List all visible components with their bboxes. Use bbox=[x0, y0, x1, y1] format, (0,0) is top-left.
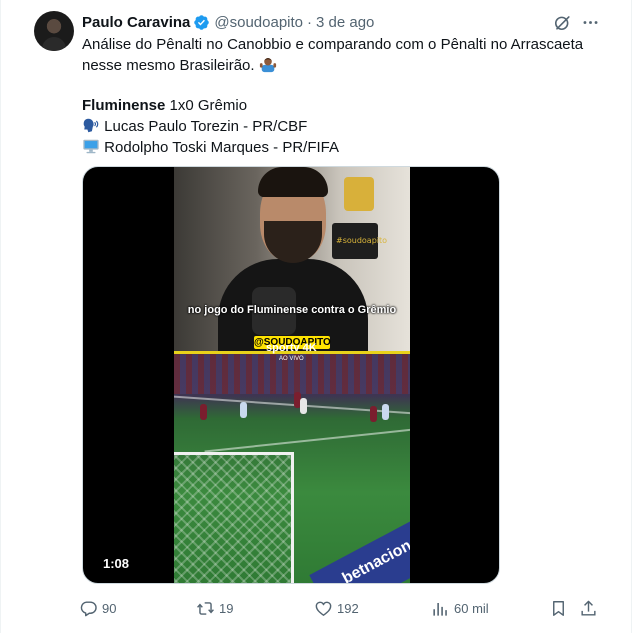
var-line: Rodolpho Toski Marques - PR/FIFA bbox=[82, 137, 612, 158]
share-icon bbox=[581, 600, 596, 616]
match-score: 1x0 Grêmio bbox=[165, 97, 248, 114]
player bbox=[300, 398, 307, 414]
video-duration: 1:08 bbox=[103, 556, 130, 571]
tweet-timestamp[interactable]: 3 de ago bbox=[316, 14, 374, 31]
tweet-text: Análise do Pênalti no Canobbio e compara… bbox=[82, 35, 612, 158]
ad-board: betnacional bbox=[309, 518, 410, 584]
player bbox=[370, 406, 377, 422]
speaking-head-icon bbox=[83, 118, 99, 133]
author-handle[interactable]: @soudoapito bbox=[214, 14, 303, 31]
shelf-box-text: #soudoapito bbox=[336, 236, 388, 245]
repost-button[interactable]: 19 bbox=[196, 596, 233, 620]
player bbox=[200, 404, 207, 420]
grok-icon[interactable] bbox=[553, 13, 572, 32]
repost-icon bbox=[197, 601, 214, 615]
like-button[interactable]: 192 bbox=[314, 596, 359, 620]
video-caption: no jogo do Fluminense contra o Grêmio bbox=[187, 304, 397, 316]
video-frame-bottom: betnacional bbox=[174, 354, 410, 584]
bookmark-icon bbox=[553, 600, 564, 616]
desktop-computer-icon bbox=[83, 139, 99, 154]
person-beard bbox=[264, 221, 322, 263]
more-icon[interactable] bbox=[581, 13, 600, 32]
goal-net bbox=[174, 452, 294, 583]
match-line: Fluminense 1x0 Grêmio bbox=[82, 96, 612, 116]
views-count: 60 mil bbox=[454, 600, 489, 616]
tweet-text-line-2: nesse mesmo Brasileirão. bbox=[82, 57, 255, 74]
person-hair bbox=[258, 167, 328, 197]
repost-count: 19 bbox=[219, 600, 234, 616]
trophy-shape bbox=[344, 177, 374, 211]
reply-button[interactable]: 90 bbox=[79, 596, 116, 620]
ad-board-text: betnacional bbox=[339, 530, 410, 584]
like-count: 192 bbox=[337, 600, 359, 616]
tweet-header: Paulo Caravina @soudoapito · 3 de ago bbox=[82, 12, 374, 32]
match-team: Fluminense bbox=[82, 97, 166, 114]
var-name: Rodolpho Toski Marques - PR/FIFA bbox=[104, 139, 339, 156]
pitch-line bbox=[204, 427, 410, 453]
broadcaster-sub: AO VIVO bbox=[279, 356, 304, 362]
referee-name: Lucas Paulo Torezin - PR/CBF bbox=[104, 118, 308, 135]
author-name[interactable]: Paulo Caravina bbox=[82, 14, 190, 31]
share-button[interactable] bbox=[579, 596, 602, 620]
referee-line: Lucas Paulo Torezin - PR/CBF bbox=[82, 116, 612, 137]
separator-dot: · bbox=[307, 13, 313, 31]
tweet-text-line: Análise do Pênalti no Canobbio e compara… bbox=[82, 35, 612, 55]
player bbox=[382, 404, 389, 420]
tweet-card[interactable]: Paulo Caravina @soudoapito · 3 de ago An… bbox=[0, 0, 632, 633]
reply-icon bbox=[80, 600, 97, 616]
views-button[interactable]: 60 mil bbox=[431, 596, 489, 620]
tweet-text-line-1: Análise do Pênalti no Canobbio e compara… bbox=[82, 36, 584, 53]
player bbox=[240, 402, 247, 418]
broadcaster-logo: sportv 4K AO VIVO bbox=[266, 343, 317, 365]
views-icon bbox=[433, 602, 447, 616]
video-frame-top: #soudoapito no jogo do Fluminense contra… bbox=[174, 167, 410, 351]
bookmark-button[interactable] bbox=[549, 596, 572, 620]
verified-badge-icon bbox=[194, 14, 210, 30]
person-shrugging-emoji-icon bbox=[259, 57, 276, 73]
shelf-box: #soudoapito bbox=[332, 223, 387, 259]
reply-count: 90 bbox=[102, 600, 117, 616]
tweet-text-line: nesse mesmo Brasileirão. bbox=[82, 55, 612, 76]
avatar[interactable] bbox=[34, 11, 74, 51]
broadcaster-name: sportv 4K bbox=[266, 342, 317, 354]
video-player[interactable]: #soudoapito no jogo do Fluminense contra… bbox=[82, 166, 500, 584]
like-icon bbox=[315, 601, 332, 616]
action-bar: 90 19 192 60 mil bbox=[79, 596, 603, 620]
